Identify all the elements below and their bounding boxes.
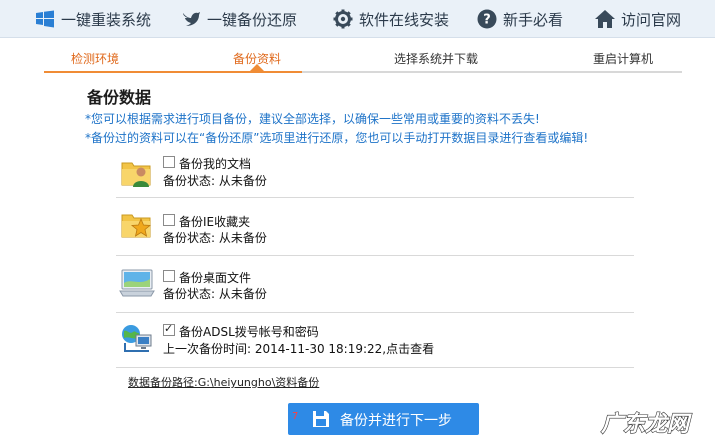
- nav-item-reinstall-system[interactable]: 一键重装系统: [34, 0, 151, 38]
- backup-item-label: 备份ADSL拨号帐号和密码: [179, 325, 319, 339]
- backup-item-status: 备份状态: 从未备份: [163, 231, 267, 245]
- backup-path-link[interactable]: 数据备份路径:G:\heiyungho\资料备份: [128, 374, 319, 390]
- nav-label: 一键备份还原: [207, 10, 298, 29]
- nav-label: 一键重装系统: [61, 10, 152, 29]
- backup-item-status: 备份状态: 从未备份: [163, 174, 267, 188]
- top-navigation: 一键重装系统 一键备份还原 软件在线安装 ? 新手必看 访问官网: [0, 0, 715, 38]
- svg-text:广东龙网: 广东龙网: [601, 411, 692, 437]
- current-step-marker: [250, 64, 264, 71]
- checkbox-my-documents[interactable]: [163, 156, 175, 168]
- nav-item-software-install[interactable]: 软件在线安装: [332, 0, 449, 38]
- home-icon: [595, 10, 615, 28]
- button-badge: 7: [292, 411, 299, 422]
- step-select-system-download: 选择系统并下载: [394, 52, 479, 66]
- checkbox-adsl-account[interactable]: [163, 322, 175, 336]
- step-restart-computer: 重启计算机: [593, 52, 654, 66]
- note-recommendation: *您可以根据需求进行项目备份，建议全部选择，以确保一些常用或重要的资料不丢失!: [85, 112, 540, 126]
- windows-logo-icon: [36, 10, 54, 28]
- step-progress-bar: 检测环境 备份资料 选择系统并下载 重启计算机: [44, 44, 682, 74]
- backup-item-my-documents: 备份我的文档 备份状态: 从未备份: [116, 148, 634, 198]
- folder-star-icon: [121, 214, 152, 238]
- backup-and-next-button[interactable]: 7 备份并进行下一步: [288, 403, 479, 435]
- nav-item-backup-restore[interactable]: 一键备份还原: [180, 0, 297, 38]
- backup-item-label: 备份桌面文件: [179, 271, 252, 285]
- nav-label: 访问官网: [621, 10, 682, 29]
- desktop-icon: [119, 269, 155, 297]
- backup-item-label: 备份IE收藏夹: [179, 215, 251, 229]
- backup-item-ie-favorites: 备份IE收藏夹 备份状态: 从未备份: [116, 198, 634, 256]
- bird-icon: [183, 12, 200, 26]
- nav-item-beginner-guide[interactable]: ? 新手必看: [476, 0, 563, 38]
- button-label: 备份并进行下一步: [340, 413, 452, 429]
- note-restore-info: *备份过的资料可以在“备份还原”选项里进行还原，您也可以手动打开数据目录进行查看…: [85, 131, 589, 145]
- folder-user-icon: [121, 162, 151, 187]
- step-track-completed: [44, 71, 302, 73]
- checkbox-ie-favorites[interactable]: [163, 214, 175, 226]
- svg-text:?: ?: [483, 13, 491, 28]
- backup-item-desktop-files: 备份桌面文件 备份状态: 从未备份: [116, 256, 634, 313]
- backup-item-adsl-account: 备份ADSL拨号帐号和密码 上一次备份时间: 2014-11-30 18:19:…: [116, 313, 634, 368]
- section-title: 备份数据: [87, 88, 152, 107]
- step-check-environment: 检测环境: [71, 52, 120, 66]
- help-icon: ?: [477, 9, 497, 29]
- save-disk-icon: [313, 411, 329, 427]
- nav-label: 软件在线安装: [359, 10, 450, 29]
- checkbox-desktop-files[interactable]: [163, 270, 175, 282]
- network-icon: [122, 325, 152, 352]
- nav-item-official-site[interactable]: 访问官网: [594, 0, 681, 38]
- gear-icon: [333, 9, 353, 29]
- backup-item-status: 备份状态: 从未备份: [163, 287, 267, 301]
- nav-label: 新手必看: [503, 10, 564, 29]
- backup-item-last-backup-link[interactable]: 上一次备份时间: 2014-11-30 18:19:22,点击查看: [163, 340, 434, 357]
- backup-item-label: 备份我的文档: [179, 157, 252, 171]
- watermark-logo: 广东龙网: [600, 410, 692, 437]
